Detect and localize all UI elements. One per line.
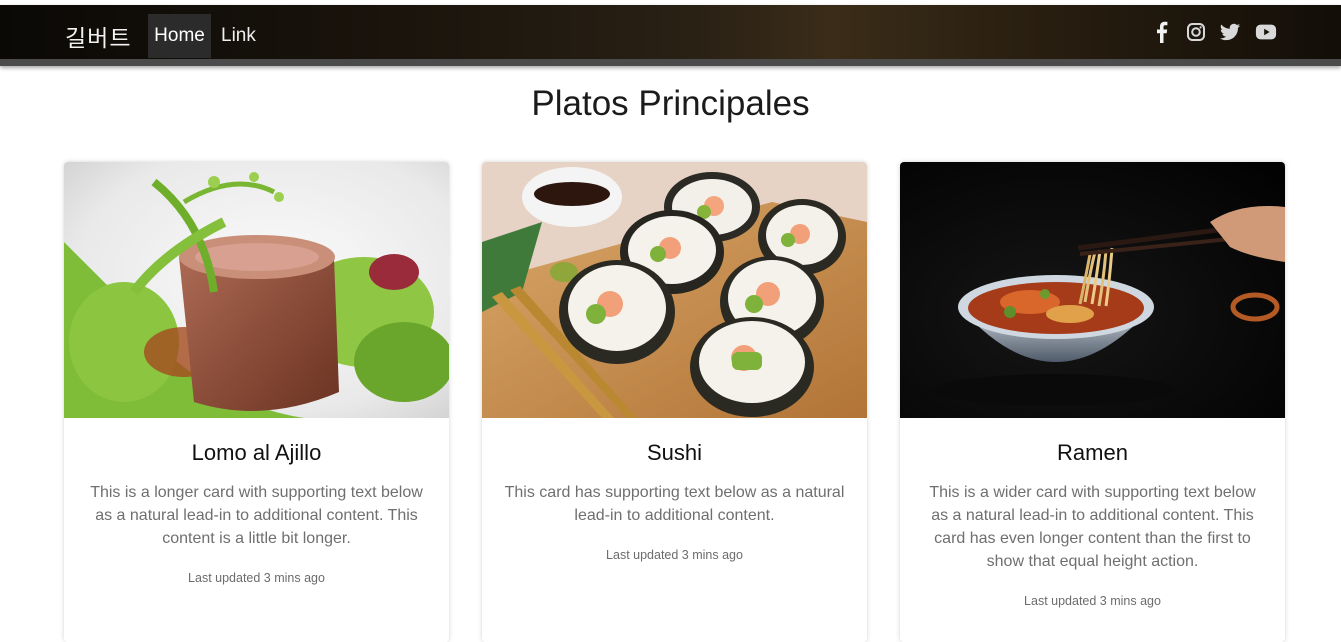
- card-last-updated: Last updated 3 mins ago: [1024, 594, 1161, 608]
- navbar: 길버트 Home Link: [0, 5, 1341, 66]
- brand-logo[interactable]: 길버트: [65, 19, 131, 53]
- card-lomo-al-ajillo: Lomo al Ajillo This is a longer card wit…: [64, 162, 449, 642]
- card-title: Sushi: [646, 440, 703, 465]
- card-title: Ramen: [1057, 440, 1128, 465]
- nav-item-link[interactable]: Link: [221, 14, 256, 58]
- card-text: This is a longer card with supporting te…: [90, 484, 423, 547]
- card-ramen: Ramen This is a wider card with supporti…: [900, 162, 1285, 642]
- ramen-dish-image: [900, 162, 1285, 418]
- card-text: This card has supporting text below as a…: [504, 484, 845, 524]
- card-last-updated: Last updated 3 mins ago: [188, 571, 325, 585]
- lomo-dish-image: [64, 162, 449, 418]
- page-title: Platos Principales: [531, 84, 810, 123]
- sushi-dish-image: [482, 162, 867, 418]
- instagram-icon[interactable]: [1186, 21, 1206, 43]
- youtube-icon[interactable]: [1255, 21, 1277, 43]
- card-text: This is a wider card with supporting tex…: [929, 484, 1256, 570]
- facebook-icon[interactable]: [1155, 21, 1168, 43]
- twitter-icon[interactable]: [1219, 21, 1241, 43]
- card-sushi: Sushi This card has supporting text belo…: [482, 162, 867, 642]
- nav-item-home[interactable]: Home: [148, 14, 211, 58]
- card-last-updated: Last updated 3 mins ago: [606, 548, 743, 562]
- card-title: Lomo al Ajillo: [191, 440, 322, 465]
